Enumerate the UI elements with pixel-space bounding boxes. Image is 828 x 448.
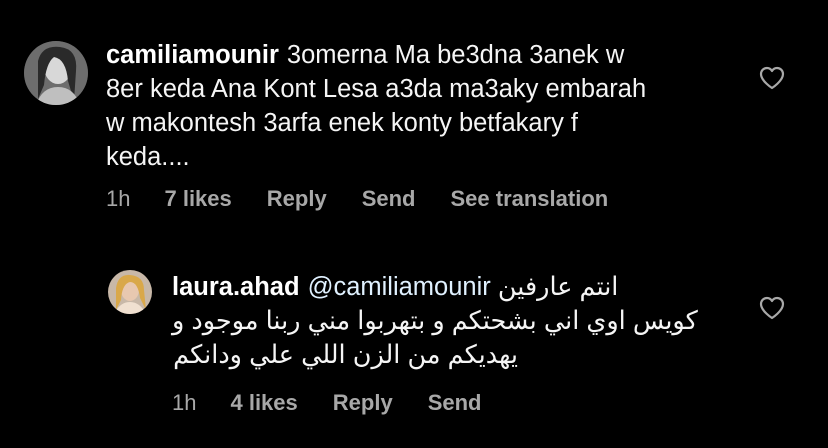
comment-line-2: 8er keda Ana Kont Lesa a3da ma3aky embar… <box>106 75 647 103</box>
mention-link[interactable]: @camiliamounir <box>308 273 491 301</box>
comment-body: laura.ahad @camiliamounir انتم عارفين كوي… <box>172 270 718 372</box>
heart-outline-icon[interactable] <box>759 66 785 90</box>
username[interactable]: camiliamounir <box>106 41 279 69</box>
avatar-laura-ahad[interactable] <box>108 270 152 314</box>
comment-line-4: keda.... <box>106 143 190 171</box>
heart-outline-icon[interactable] <box>759 296 785 320</box>
comment-line-1: laura.ahad @camiliamounir انتم عارفين <box>172 270 718 304</box>
send-button[interactable]: Send <box>362 186 416 212</box>
comment-line-3: يهديكم من الزن اللي علي ودانكم <box>173 341 518 369</box>
avatar-camiliamounir[interactable] <box>24 41 88 105</box>
timestamp: 1h <box>106 186 131 211</box>
comment-line-1: camiliamounir 3omerna Ma be3dna 3anek w <box>106 38 746 72</box>
comment-line-2: كويس اوي اني بشحتكم و بتهربوا مني ربنا م… <box>172 307 698 335</box>
username[interactable]: laura.ahad <box>172 273 300 301</box>
comment-line-3: w makontesh 3arfa enek konty betfakary f <box>106 109 578 137</box>
timestamp: 1h <box>172 390 197 415</box>
comment-actions: 1h 7 likes Reply Send See translation <box>106 186 608 212</box>
comment-text: انتم عارفين <box>497 273 619 301</box>
comment-body: camiliamounir 3omerna Ma be3dna 3anek w 8… <box>106 38 746 174</box>
comment-text: 3omerna Ma be3dna 3anek w <box>286 41 625 69</box>
see-translation-button[interactable]: See translation <box>450 186 608 212</box>
reply-button[interactable]: Reply <box>267 186 327 212</box>
likes-count[interactable]: 7 likes <box>164 186 231 212</box>
reply-button[interactable]: Reply <box>333 390 393 416</box>
comment-actions: 1h 4 likes Reply Send <box>172 390 481 416</box>
send-button[interactable]: Send <box>428 390 482 416</box>
likes-count[interactable]: 4 likes <box>230 390 297 416</box>
